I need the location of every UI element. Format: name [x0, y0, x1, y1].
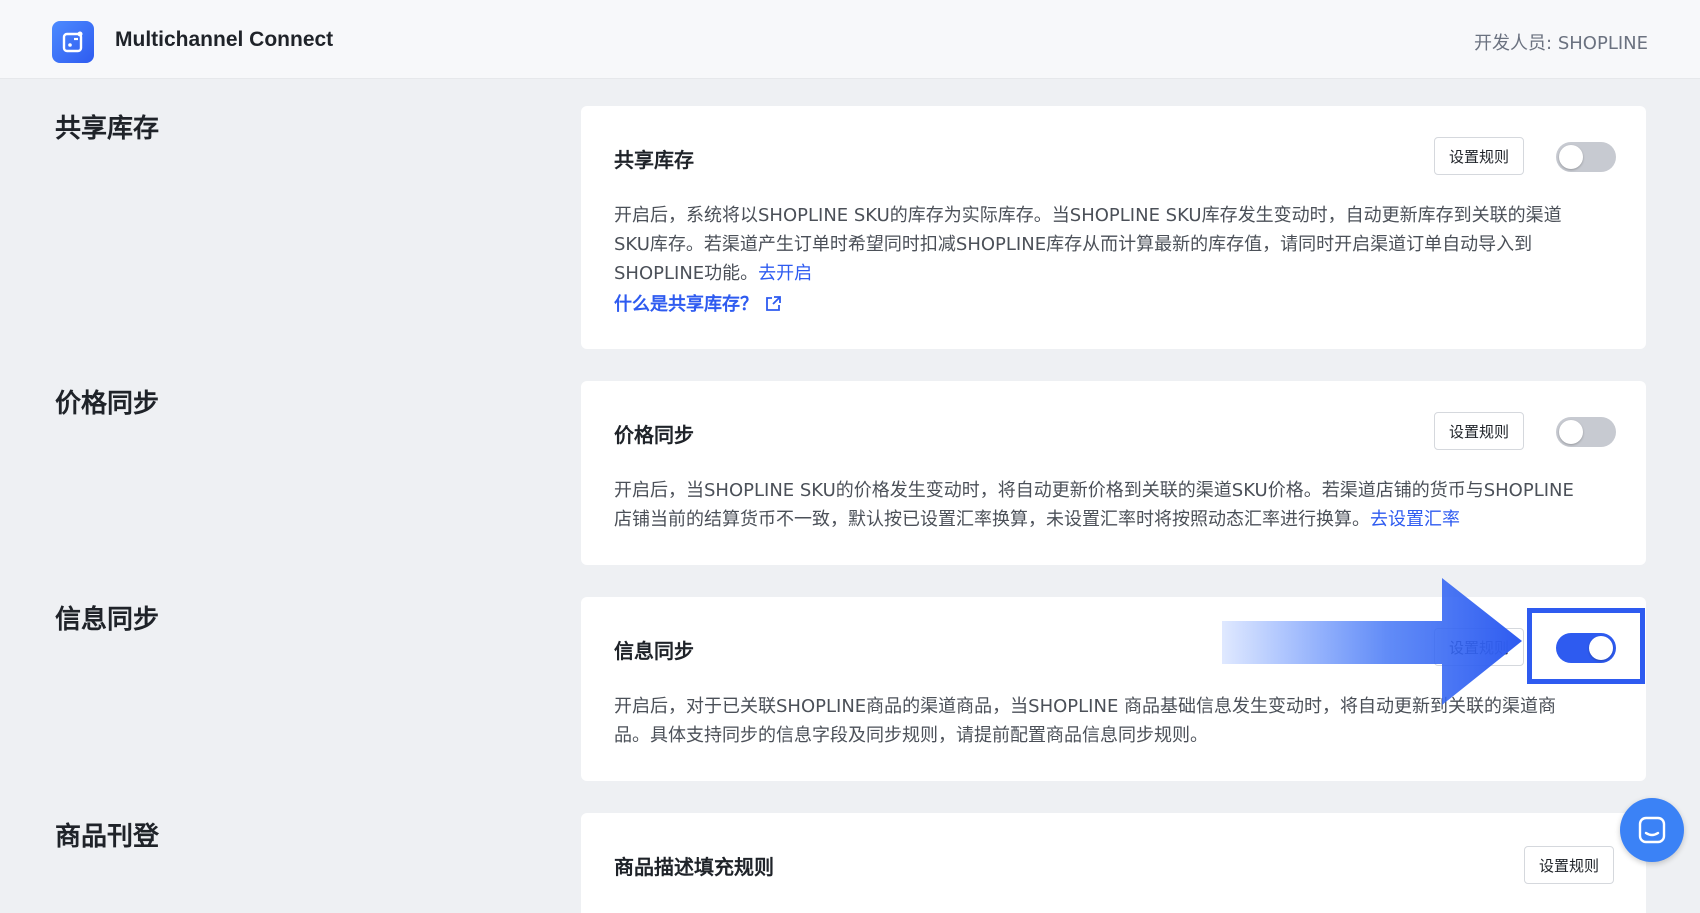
set-rule-button[interactable]: 设置规则	[1434, 412, 1524, 450]
desc-line: 品。具体支持同步的信息字段及同步规则，请提前配置商品信息同步规则。	[614, 725, 1208, 746]
card-info-sync: 信息同步 设置规则 开启后，对于已关联SHOPLINE商品的渠道商品，当SHOP…	[581, 597, 1646, 781]
desc-line: SHOPLINE功能。去开启	[614, 259, 1614, 288]
section-title-price-sync: 价格同步	[55, 389, 160, 419]
chat-icon	[1638, 816, 1666, 844]
price-sync-toggle[interactable]	[1556, 417, 1616, 447]
card-title: 商品描述填充规则	[614, 855, 774, 879]
toggle-knob	[1559, 145, 1583, 169]
enable-link[interactable]: 去开启	[758, 263, 812, 284]
card-description: 开启后，对于已关联SHOPLINE商品的渠道商品，当SHOPLINE 商品基础信…	[614, 692, 1614, 750]
card-description: 开启后，系统将以SHOPLINE SKU的库存为实际库存。当SHOPLINE S…	[614, 201, 1614, 288]
chat-support-button[interactable]	[1620, 798, 1684, 862]
developer-label: 开发人员: SHOPLINE	[1474, 33, 1648, 54]
toggle-knob	[1589, 636, 1613, 660]
section-title-info-sync: 信息同步	[55, 605, 160, 635]
desc-line: 开启后，系统将以SHOPLINE SKU的库存为实际库存。当SHOPLINE S…	[614, 205, 1562, 226]
card-title: 信息同步	[614, 639, 694, 663]
set-rule-button[interactable]: 设置规则	[1434, 628, 1524, 666]
app-logo-icon	[62, 31, 83, 53]
card-title: 价格同步	[614, 423, 694, 447]
card-description-fill-rule: 商品描述填充规则 设置规则	[581, 813, 1646, 913]
desc-line: SKU库存。若渠道产生订单时希望同时扣减SHOPLINE库存从而计算最新的库存值…	[614, 234, 1533, 255]
info-sync-toggle[interactable]	[1556, 633, 1616, 663]
card-description: 开启后，当SHOPLINE SKU的价格发生变动时，将自动更新价格到关联的渠道S…	[614, 476, 1614, 534]
desc-line: 开启后，当SHOPLINE SKU的价格发生变动时，将自动更新价格到关联的渠道S…	[614, 480, 1574, 501]
set-exchange-rate-link[interactable]: 去设置汇率	[1370, 509, 1460, 530]
set-rule-button[interactable]: 设置规则	[1524, 846, 1614, 884]
app-title: Multichannel Connect	[115, 28, 334, 51]
desc-line: 开启后，对于已关联SHOPLINE商品的渠道商品，当SHOPLINE 商品基础信…	[614, 696, 1557, 717]
desc-text: 店铺当前的结算货币不一致，默认按已设置汇率换算，未设置汇率时将按照动态汇率进行换…	[614, 509, 1370, 530]
section-title-shared-inventory: 共享库存	[55, 114, 160, 144]
card-shared-inventory: 共享库存 设置规则 开启后，系统将以SHOPLINE SKU的库存为实际库存。当…	[581, 106, 1646, 349]
external-link-icon	[766, 296, 781, 311]
desc-line: 店铺当前的结算货币不一致，默认按已设置汇率换算，未设置汇率时将按照动态汇率进行换…	[614, 505, 1614, 534]
toggle-knob	[1559, 420, 1583, 444]
section-title-product-listing: 商品刊登	[55, 822, 160, 852]
what-is-shared-inventory-link[interactable]: 什么是共享库存？	[614, 290, 782, 316]
app-header: Multichannel Connect 开发人员: SHOPLINE	[0, 0, 1700, 79]
help-link-text: 什么是共享库存？	[614, 294, 758, 315]
app-logo	[52, 21, 94, 63]
card-title: 共享库存	[614, 148, 694, 172]
set-rule-button[interactable]: 设置规则	[1434, 137, 1524, 175]
desc-text: SHOPLINE功能。	[614, 263, 759, 284]
shared-inventory-toggle[interactable]	[1556, 142, 1616, 172]
card-price-sync: 价格同步 设置规则 开启后，当SHOPLINE SKU的价格发生变动时，将自动更…	[581, 381, 1646, 565]
